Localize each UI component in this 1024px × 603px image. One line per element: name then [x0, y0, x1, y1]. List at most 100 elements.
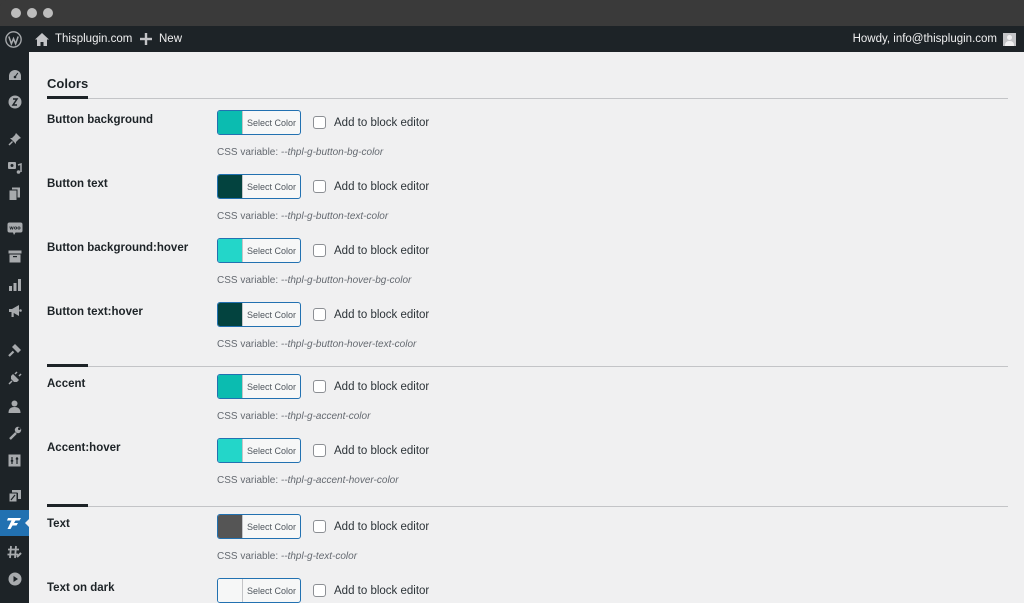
pages-icon [8, 187, 20, 201]
wordpress-logo-icon [5, 30, 22, 48]
site-name: Thisplugin.com [55, 33, 133, 45]
new-content-link[interactable]: New [140, 26, 182, 52]
checkbox-box[interactable] [313, 244, 326, 257]
css-variable-hint: CSS variable: --thpl-g-button-text-color [217, 211, 388, 222]
media-icon [8, 162, 22, 174]
checkbox-box[interactable] [313, 180, 326, 193]
select-color-label: Select Color [246, 585, 297, 596]
sidebar-item-products[interactable] [0, 243, 29, 269]
sidebar-item-users[interactable] [0, 393, 29, 419]
setting-label: Accent:hover [47, 442, 121, 454]
sidebar-item-marketing[interactable] [0, 298, 29, 324]
css-variable-hint: CSS variable: --thpl-g-button-bg-color [217, 147, 383, 158]
maximize-window-button[interactable] [43, 8, 53, 18]
color-swatch [218, 175, 243, 198]
sidebar-item-dashboard[interactable] [0, 62, 29, 88]
color-swatch [218, 239, 243, 262]
select-color-button[interactable]: Select Color [217, 110, 301, 135]
select-color-label: Select Color [246, 181, 297, 192]
products-icon [8, 250, 21, 262]
setting-label: Button text [47, 178, 108, 190]
color-swatch [218, 515, 243, 538]
add-to-block-editor-checkbox[interactable]: Add to block editor [313, 180, 429, 193]
add-to-block-editor-checkbox[interactable]: Add to block editor [313, 116, 429, 129]
select-color-button[interactable]: Select Color [217, 578, 301, 603]
settings-content: Colors Button background Select Color Ad… [29, 52, 1024, 603]
sidebar-item-posts[interactable] [0, 126, 29, 152]
sidebar-item-tools[interactable] [0, 420, 29, 446]
section-divider [47, 96, 1008, 99]
select-color-label: Select Color [246, 245, 297, 256]
woocommerce-icon: woo [7, 222, 22, 235]
sidebar-item-appearance[interactable] [0, 337, 29, 363]
divider-accent [47, 364, 88, 367]
sidebar-item-plugin-block[interactable] [0, 483, 29, 509]
add-to-block-editor-checkbox[interactable]: Add to block editor [313, 308, 429, 321]
css-variable-name: --thpl-g-button-bg-color [280, 147, 384, 158]
marketing-icon [8, 305, 22, 317]
select-color-button[interactable]: Select Color [217, 238, 301, 263]
checkbox-box[interactable] [313, 380, 326, 393]
sidebar-item-play[interactable] [0, 566, 29, 592]
sidebar-item-pages[interactable] [0, 181, 29, 207]
sidebar-item-settings[interactable] [0, 447, 29, 473]
sidebar-item-plugin-brand[interactable] [0, 89, 29, 115]
slug-icon [7, 545, 22, 559]
select-color-button[interactable]: Select Color [217, 514, 301, 539]
divider-accent [47, 96, 88, 99]
pin-icon [7, 133, 21, 146]
checkbox-box[interactable] [313, 116, 326, 129]
checkbox-box[interactable] [313, 444, 326, 457]
css-variable-hint: CSS variable: --thpl-g-button-hover-bg-c… [217, 275, 411, 286]
sidebar-item-analytics[interactable] [0, 271, 29, 297]
thisplugin-icon [7, 517, 21, 529]
site-name-link[interactable]: Thisplugin.com [35, 26, 132, 52]
minimize-window-button[interactable] [27, 8, 37, 18]
sidebar-item-slug[interactable] [0, 539, 29, 565]
dashboard-icon [8, 70, 21, 80]
group-divider [47, 364, 1008, 367]
add-to-block-editor-checkbox[interactable]: Add to block editor [313, 444, 429, 457]
css-variable-prefix: CSS variable: [217, 211, 279, 222]
sidebar-item-woocommerce[interactable]: woo [0, 215, 29, 241]
add-to-block-editor-checkbox[interactable]: Add to block editor [313, 520, 429, 533]
sidebar-item-thisplugin[interactable] [0, 510, 30, 536]
css-variable-name: --thpl-g-accent-hover-color [280, 475, 399, 486]
plugins-icon [7, 371, 22, 385]
sidebar-item-media[interactable] [0, 154, 29, 180]
add-to-block-editor-checkbox[interactable]: Add to block editor [313, 244, 429, 257]
setting-label: Accent [47, 378, 86, 390]
checkbox-label: Add to block editor [334, 380, 430, 393]
wordpress-logo-button[interactable] [5, 26, 22, 52]
analytics-icon [8, 278, 21, 291]
css-variable-hint: CSS variable: --thpl-g-text-color [217, 551, 357, 562]
checkbox-label: Add to block editor [334, 308, 430, 321]
css-variable-name: --thpl-g-button-hover-text-color [280, 339, 417, 350]
checkbox-box[interactable] [313, 308, 326, 321]
add-to-block-editor-checkbox[interactable]: Add to block editor [313, 380, 429, 393]
close-window-button[interactable] [11, 8, 21, 18]
select-color-button[interactable]: Select Color [217, 438, 301, 463]
sidebar-item-plugins[interactable] [0, 365, 29, 391]
checkbox-label: Add to block editor [334, 244, 430, 257]
checkbox-box[interactable] [313, 520, 326, 533]
select-color-button[interactable]: Select Color [217, 374, 301, 399]
setting-label: Text on dark [47, 582, 115, 594]
users-icon [8, 400, 21, 413]
divider-accent [47, 504, 88, 507]
user-avatar-icon [1003, 32, 1016, 46]
section-title: Colors [47, 76, 89, 91]
my-account-menu[interactable]: Howdy, info@thisplugin.com [853, 26, 1016, 52]
new-label: New [159, 33, 183, 45]
css-variable-prefix: CSS variable: [217, 411, 279, 422]
checkbox-label: Add to block editor [334, 180, 430, 193]
checkbox-box[interactable] [313, 584, 326, 597]
select-color-label: Select Color [246, 117, 297, 128]
css-variable-name: --thpl-g-button-hover-bg-color [280, 275, 412, 286]
select-color-button[interactable]: Select Color [217, 302, 301, 327]
add-to-block-editor-checkbox[interactable]: Add to block editor [313, 584, 429, 597]
css-variable-name: --thpl-g-text-color [280, 551, 358, 562]
select-color-button[interactable]: Select Color [217, 174, 301, 199]
checkbox-label: Add to block editor [334, 520, 430, 533]
browser-window: Thisplugin.com New Howdy, info@thisplugi… [0, 0, 1024, 603]
